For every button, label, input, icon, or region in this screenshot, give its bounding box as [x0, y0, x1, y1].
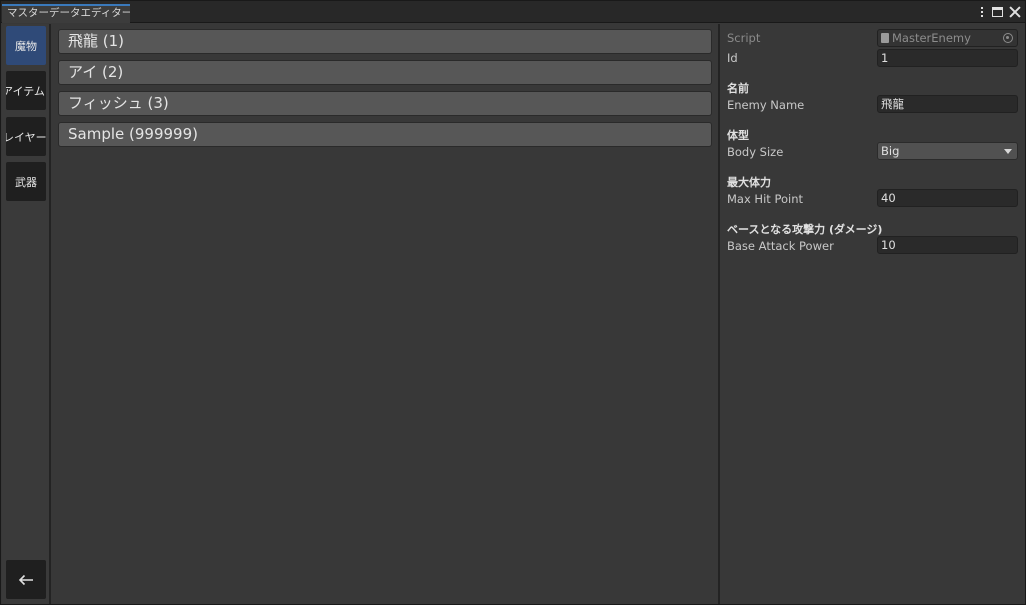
- script-value: MasterEnemy: [892, 31, 971, 45]
- body-size-label: Body Size: [727, 145, 784, 159]
- sidebar-item-label: アイテム: [6, 84, 45, 98]
- id-field[interactable]: 1: [877, 49, 1018, 67]
- sidebar-item-weapons[interactable]: 武器: [6, 162, 46, 201]
- list-item[interactable]: フィッシュ (3): [58, 91, 712, 116]
- sidebar-item-label: プレイヤー: [6, 130, 46, 144]
- name-header: 名前: [727, 82, 749, 95]
- back-button[interactable]: [6, 560, 46, 599]
- tab-master-data-editor[interactable]: マスターデータエディター: [2, 4, 130, 23]
- script-label: Script: [727, 31, 761, 45]
- list-item[interactable]: Sample (999999): [58, 122, 712, 147]
- sidebar-item-monsters[interactable]: 魔物: [6, 26, 46, 65]
- more-options-icon[interactable]: [978, 5, 986, 19]
- body-size-value: Big: [881, 144, 900, 158]
- enemy-name-label: Enemy Name: [727, 98, 805, 112]
- close-icon[interactable]: [1009, 6, 1021, 18]
- chevron-down-icon: [1004, 149, 1012, 154]
- body-size-dropdown[interactable]: Big: [877, 142, 1018, 160]
- script-file-icon: [881, 33, 889, 43]
- list-item[interactable]: 飛龍 (1): [58, 29, 712, 54]
- id-label: Id: [727, 51, 738, 65]
- script-field[interactable]: MasterEnemy: [877, 29, 1018, 47]
- max-hp-header: 最大体力: [727, 176, 771, 189]
- enemy-name-field[interactable]: 飛龍: [877, 95, 1018, 113]
- category-sidebar: 魔物 アイテム プレイヤー 武器: [2, 24, 51, 604]
- list-item[interactable]: アイ (2): [58, 60, 712, 85]
- window-controls: [978, 3, 1021, 21]
- tab-strip: マスターデータエディター: [1, 1, 1025, 23]
- attack-header: ベースとなる攻撃力 (ダメージ): [727, 223, 883, 236]
- max-hp-label: Max Hit Point: [727, 192, 803, 206]
- body-size-header: 体型: [727, 129, 749, 142]
- record-list: 飛龍 (1) アイ (2) フィッシュ (3) Sample (999999): [53, 24, 718, 604]
- object-picker-icon[interactable]: [1003, 33, 1013, 43]
- sidebar-item-items[interactable]: アイテム: [6, 71, 46, 110]
- arrow-left-icon: [18, 574, 33, 585]
- base-attack-label: Base Attack Power: [727, 239, 834, 253]
- sidebar-item-player[interactable]: プレイヤー: [6, 117, 46, 156]
- editor-window: マスターデータエディター 魔物 アイテム プレイヤー 武器 飛龍 (1) アイ …: [0, 0, 1026, 605]
- maximize-icon[interactable]: [992, 7, 1003, 17]
- inspector-panel: Script MasterEnemy Id 1 名前 Enemy Name 飛龍…: [720, 24, 1025, 604]
- base-attack-field[interactable]: 10: [877, 236, 1018, 254]
- max-hp-field[interactable]: 40: [877, 189, 1018, 207]
